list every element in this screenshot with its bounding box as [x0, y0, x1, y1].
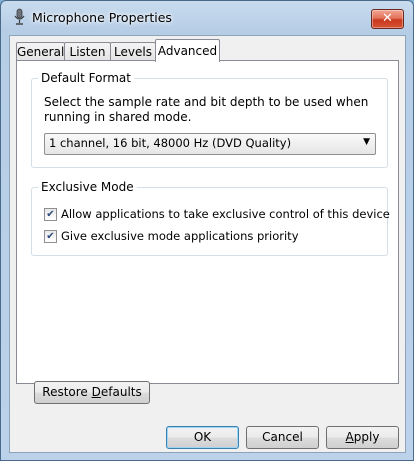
chevron-down-icon: ▼	[363, 137, 370, 147]
restore-defaults-accelerator: D	[91, 385, 101, 399]
title-bar[interactable]: Microphone Properties ✕	[1, 1, 413, 35]
exclusive-mode-legend: Exclusive Mode	[38, 180, 137, 194]
exclusive-mode-group: Exclusive Mode ✔ Allow applications to t…	[31, 180, 390, 256]
tab-levels[interactable]: Levels	[110, 42, 156, 61]
tab-advanced[interactable]: Advanced	[155, 39, 220, 62]
apply-button[interactable]: Apply	[326, 426, 399, 449]
allow-exclusive-control-label: Allow applications to take exclusive con…	[61, 207, 390, 221]
default-format-description: Select the sample rate and bit depth to …	[44, 95, 369, 124]
advanced-tab-panel: Default Format Select the sample rate an…	[16, 60, 399, 404]
sample-rate-dropdown[interactable]: 1 channel, 16 bit, 48000 Hz (DVD Quality…	[44, 133, 376, 155]
default-format-legend: Default Format	[38, 71, 134, 85]
apply-accelerator: A	[345, 430, 354, 444]
restore-defaults-label-start: Restore	[42, 385, 92, 399]
tab-listen[interactable]: Listen	[64, 42, 111, 61]
dialog-client-area: General Listen Levels Advanced Default F…	[9, 35, 406, 453]
exclusive-priority-checkbox[interactable]: ✔	[44, 230, 57, 243]
tab-general[interactable]: General	[16, 42, 65, 61]
apply-label-end: pply	[353, 430, 380, 444]
window-title: Microphone Properties	[32, 10, 172, 25]
ok-button[interactable]: OK	[166, 426, 239, 449]
default-format-group: Default Format Select the sample rate an…	[31, 71, 388, 168]
microphone-icon	[14, 8, 25, 25]
close-button[interactable]: ✕	[371, 9, 404, 29]
cancel-button[interactable]: Cancel	[246, 426, 319, 449]
restore-defaults-button[interactable]: Restore Defaults	[34, 381, 150, 404]
allow-exclusive-control-checkbox[interactable]: ✔	[44, 208, 57, 221]
exclusive-priority-label: Give exclusive mode applications priorit…	[61, 229, 299, 243]
sample-rate-value: 1 channel, 16 bit, 48000 Hz (DVD Quality…	[49, 136, 292, 150]
dialog-window: Microphone Properties ✕ General Listen L…	[0, 0, 414, 461]
restore-defaults-label-end: efaults	[100, 385, 142, 399]
